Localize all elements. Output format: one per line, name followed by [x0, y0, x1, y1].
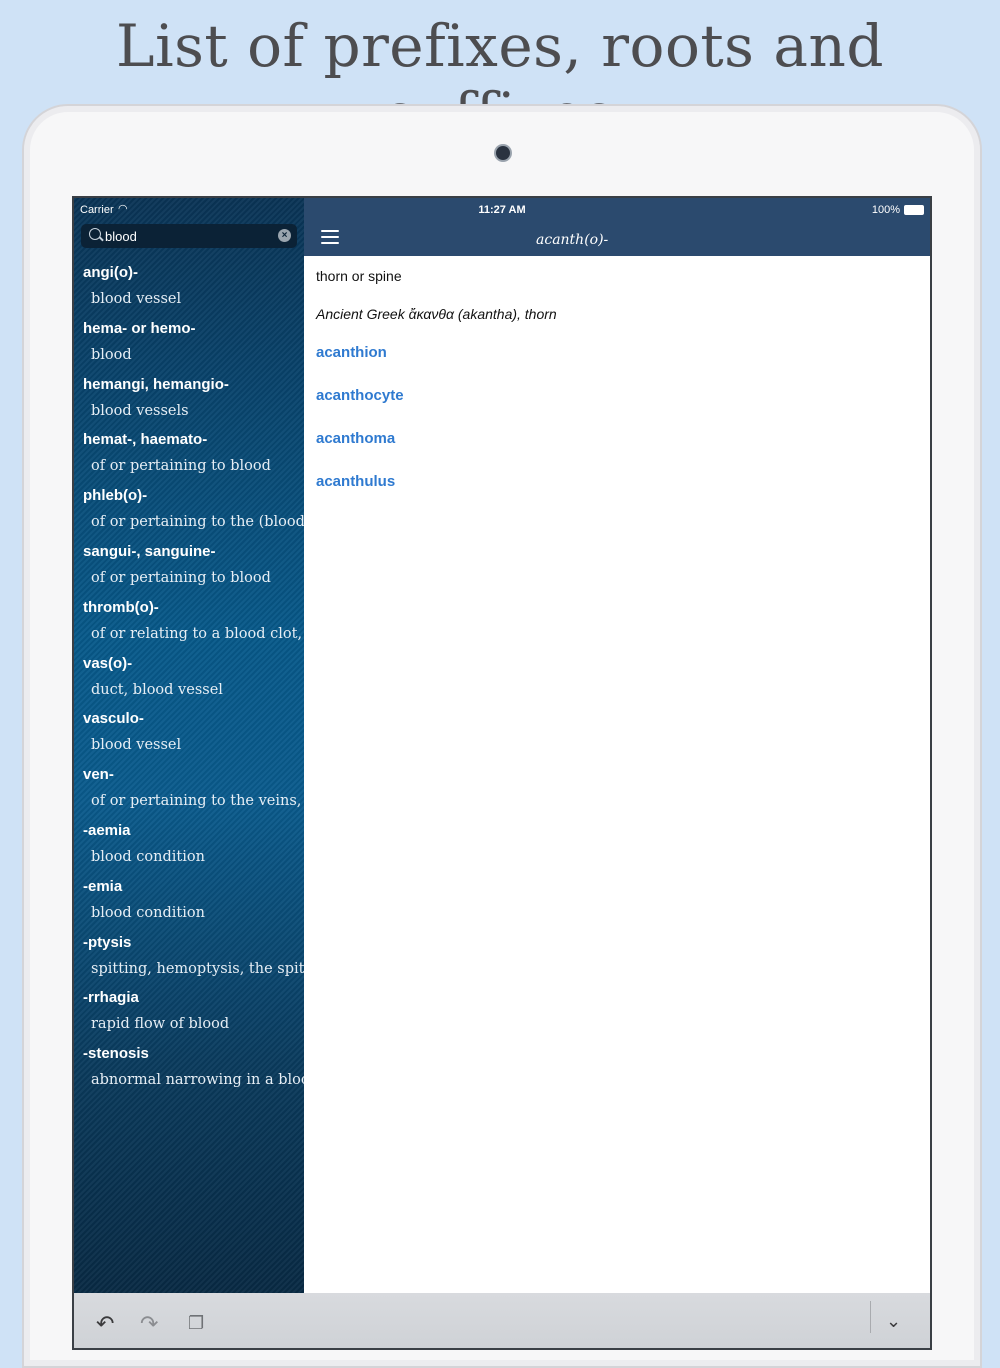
status-bar: Carrier ◠ 11:27 AM 100% [74, 198, 930, 220]
list-item[interactable]: vas(o)- duct, blood vessel [74, 649, 304, 705]
result-term: -emia [83, 877, 123, 895]
undo-icon[interactable]: ↶ [96, 1311, 114, 1337]
result-definition: duct, blood vessel [91, 681, 223, 698]
sidebar: × angi(o)- blood vessel hema- or hemo-blo… [74, 198, 363, 1293]
clock: 11:27 AM [478, 204, 526, 216]
result-term: sangui-, sanguine- [83, 542, 216, 560]
result-term: -stenosis [83, 1045, 149, 1063]
battery-icon [904, 205, 924, 215]
page-title: acanth(o)- [536, 232, 609, 248]
list-item[interactable]: -ptysis spitting, hemoptysis, the spittin… [74, 928, 352, 984]
result-term: -rrhagia [83, 989, 139, 1007]
list-item[interactable]: -stenosis abnormal narrowing in a blood v… [74, 1039, 355, 1095]
paste-icon[interactable]: ❐ [188, 1313, 204, 1334]
result-term: hemat-, haemato- [83, 431, 208, 449]
result-definition: blood vessels [91, 402, 189, 419]
result-term: vasculo- [83, 710, 144, 728]
result-definition: blood condition [91, 848, 205, 865]
list-item[interactable]: sangui-, sanguine-of or pertaining to bl… [74, 537, 304, 593]
search-input[interactable] [105, 227, 265, 245]
search-bar[interactable]: × [81, 224, 297, 248]
battery-percent: 100% [871, 204, 900, 216]
result-definition: blood condition [91, 904, 205, 921]
list-item[interactable]: ven-of or pertaining to the veins, venou… [74, 760, 358, 816]
related-term-link[interactable]: acanthocyte [316, 387, 404, 404]
list-item[interactable]: phleb(o)- of or pertaining to the (blood)… [74, 481, 353, 537]
clear-icon[interactable]: × [278, 229, 291, 242]
search-icon [89, 228, 101, 240]
result-definition: of or pertaining to blood [91, 458, 271, 475]
list-item[interactable]: hema- or hemo-blood [74, 314, 304, 370]
result-term: vas(o)- [83, 654, 133, 672]
related-term-link[interactable]: acanthoma [316, 430, 395, 447]
app-screen: × angi(o)- blood vessel hema- or hemo-blo… [72, 196, 932, 1350]
list-item[interactable]: angi(o)- blood vessel [74, 258, 304, 314]
keyboard-toolbar: ↶ ↷ ❐ ⌄ [74, 1293, 930, 1348]
toolbar-divider [870, 1301, 871, 1333]
list-item[interactable]: hemat-, haemato-of or pertaining to bloo… [74, 425, 304, 481]
result-term: phleb(o)- [83, 487, 148, 505]
list-item[interactable]: vasculo-blood vessel [74, 704, 304, 760]
result-definition: blood vessel [91, 291, 182, 307]
related-term-link[interactable]: acanthulus [316, 473, 395, 490]
result-term: hema- or hemo- [83, 319, 196, 337]
result-term: -aemia [83, 821, 131, 839]
result-definition: blood vessel [91, 737, 182, 754]
related-term-link[interactable]: acanthion [316, 344, 387, 361]
result-term: -ptysis [83, 933, 132, 951]
list-item[interactable]: -aemia blood condition [74, 816, 304, 872]
result-term: angi(o)- [83, 264, 138, 281]
term-origin: Ancient Greek ἄκανθα (akantha), thorn [316, 306, 557, 322]
list-item[interactable]: thromb(o)- of or relating to a blood clot… [74, 593, 363, 649]
result-term: ven- [83, 766, 114, 784]
tablet-frame: × angi(o)- blood vessel hema- or hemo-blo… [22, 104, 982, 1368]
result-definition: blood [91, 346, 132, 363]
result-term: thromb(o)- [83, 598, 159, 616]
result-definition: rapid flow of blood [91, 1016, 230, 1033]
list-item[interactable]: -rrhagia rapid flow of blood [74, 983, 304, 1039]
redo-icon[interactable]: ↷ [140, 1311, 158, 1337]
list-item[interactable]: -emia blood condition [74, 872, 304, 928]
camera-icon [496, 146, 510, 160]
term-meaning: thorn or spine [316, 268, 402, 284]
result-list: angi(o)- blood vessel hema- or hemo-blood… [74, 258, 363, 1095]
chevron-down-icon[interactable]: ⌄ [886, 1311, 901, 1332]
result-definition: of or pertaining to blood [91, 569, 271, 586]
detail-pane: thorn or spine Ancient Greek ἄκανθα (aka… [304, 256, 930, 1293]
list-item[interactable]: hemangi, hemangio-blood vessels [74, 370, 304, 426]
result-term: hemangi, hemangio- [83, 375, 229, 393]
